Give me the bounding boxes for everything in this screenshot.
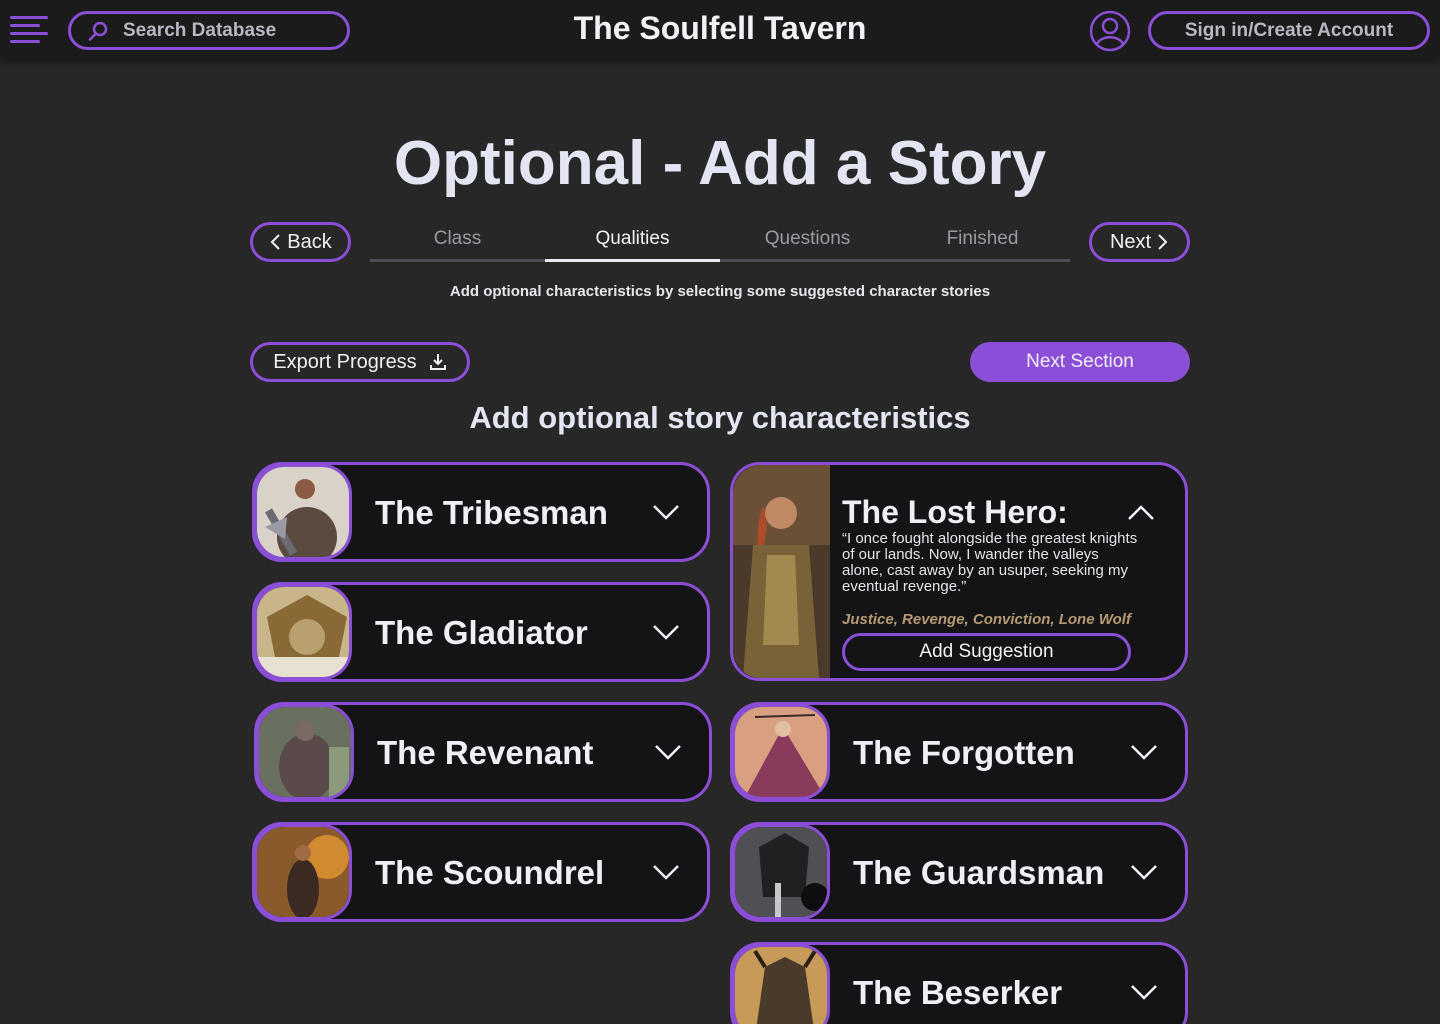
story-name: The Forgotten: [853, 734, 1075, 771]
story-card-guardsman[interactable]: The Guardsman: [730, 822, 1188, 922]
story-card-gladiator[interactable]: The Gladiator: [252, 582, 710, 682]
story-portrait: [254, 584, 352, 680]
story-portrait: [732, 944, 830, 1024]
export-label: Export Progress: [273, 350, 417, 373]
next-section-button[interactable]: Next Section: [970, 342, 1190, 382]
story-portrait: [254, 464, 352, 560]
chevron-down-icon[interactable]: [651, 623, 681, 641]
chevron-down-icon[interactable]: [651, 863, 681, 881]
story-card-lost-hero: The Lost Hero: “I once fought alongside …: [730, 462, 1188, 681]
story-name: The Scoundrel: [375, 854, 605, 891]
instructions-text: Add optional characteristics by selectin…: [449, 283, 991, 300]
story-card-revenant[interactable]: The Revenant: [254, 702, 712, 802]
story-name: The Guardsman: [853, 854, 1105, 891]
story-name: The Lost Hero:: [842, 494, 1068, 530]
chevron-down-icon[interactable]: [653, 743, 683, 761]
step-tabs: Class Qualities Questions Finished: [370, 228, 1070, 262]
chevron-up-icon[interactable]: [1127, 505, 1155, 521]
chevron-left-icon: [270, 234, 280, 250]
story-card-forgotten[interactable]: The Forgotten: [730, 702, 1188, 802]
back-button[interactable]: Back: [250, 222, 351, 262]
section-heading: Add optional story characteristics: [469, 400, 971, 435]
story-portrait: [733, 465, 830, 678]
story-card-scoundrel[interactable]: The Scoundrel: [252, 822, 710, 922]
export-progress-button[interactable]: Export Progress: [250, 342, 470, 382]
story-name: The Gladiator: [375, 614, 588, 651]
chevron-down-icon[interactable]: [1129, 983, 1159, 1001]
user-account-icon[interactable]: [1089, 10, 1131, 52]
tab-qualities[interactable]: Qualities: [545, 228, 720, 262]
story-card-beserker[interactable]: The Beserker: [730, 942, 1188, 1024]
story-name: The Tribesman: [375, 494, 608, 531]
story-quote: “I once fought alongside the greatest kn…: [842, 530, 1138, 595]
back-label: Back: [287, 230, 332, 253]
top-bar: Search Database The Soulfell Tavern Sign…: [0, 0, 1440, 60]
story-card-tribesman[interactable]: The Tribesman: [252, 462, 710, 562]
tab-finished[interactable]: Finished: [895, 228, 1070, 262]
next-button[interactable]: Next: [1089, 222, 1190, 262]
chevron-down-icon[interactable]: [1129, 743, 1159, 761]
tab-class[interactable]: Class: [370, 228, 545, 262]
story-name: The Beserker: [853, 974, 1063, 1011]
page-title: Optional - Add a Story: [393, 129, 1047, 198]
download-icon: [429, 354, 446, 370]
chevron-right-icon: [1158, 234, 1168, 250]
sign-in-button[interactable]: Sign in/Create Account: [1148, 11, 1430, 50]
chevron-down-icon[interactable]: [1129, 863, 1159, 881]
add-suggestion-button[interactable]: Add Suggestion: [842, 633, 1131, 671]
story-name: The Revenant: [377, 734, 594, 771]
story-portrait: [732, 824, 830, 920]
story-portrait: [732, 704, 830, 800]
next-label: Next: [1109, 230, 1152, 253]
story-portrait: [254, 824, 352, 920]
chevron-down-icon[interactable]: [651, 503, 681, 521]
story-portrait: [256, 704, 354, 800]
tab-questions[interactable]: Questions: [720, 228, 895, 262]
story-tags: Justice, Revenge, Conviction, Lone Wolf: [842, 611, 1131, 628]
